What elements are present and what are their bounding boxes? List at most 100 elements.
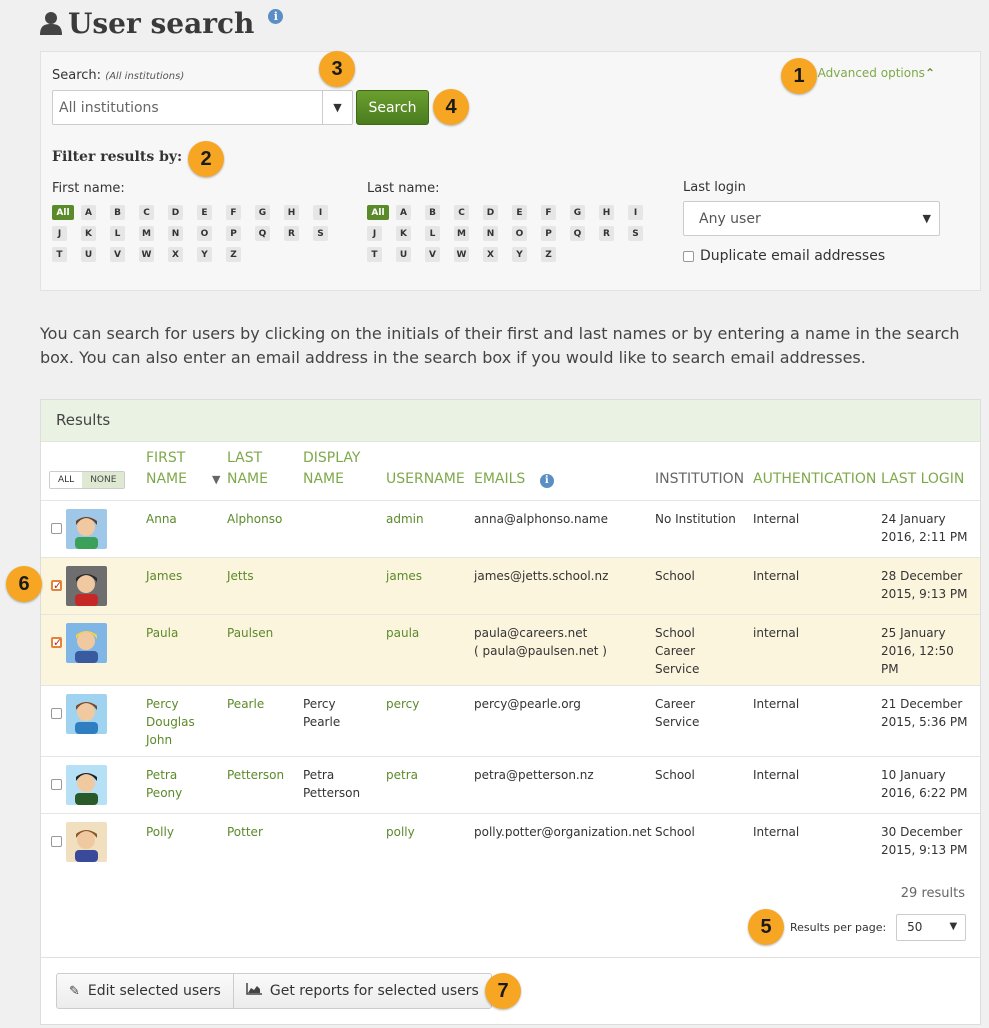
col-first-name[interactable]: FIRST NAME	[146, 448, 187, 490]
first-name-letter[interactable]: I	[313, 205, 328, 220]
last-name-letter[interactable]: O	[512, 226, 527, 241]
last-name-letter[interactable]: All	[367, 205, 389, 220]
first-name-letter[interactable]: G	[255, 205, 270, 220]
row-email: anna@alphonso.name	[474, 512, 609, 526]
last-name-letter[interactable]: S	[628, 226, 643, 241]
info-icon[interactable]: i	[539, 473, 554, 488]
last-name-letter[interactable]: B	[425, 205, 440, 220]
first-name-letter[interactable]: T	[52, 247, 67, 262]
last-name-letter[interactable]: Z	[541, 247, 556, 262]
last-name-letter[interactable]: Y	[512, 247, 527, 262]
row-username[interactable]: petra	[386, 766, 418, 784]
first-name-letter[interactable]: Q	[255, 226, 270, 241]
row-checkbox[interactable]	[51, 836, 62, 847]
last-name-letter[interactable]: H	[599, 205, 614, 220]
first-name-letter[interactable]: V	[110, 247, 125, 262]
row-checkbox[interactable]	[51, 523, 62, 534]
row-username[interactable]: admin	[386, 510, 424, 528]
row-first-name[interactable]: Paula	[146, 624, 178, 642]
row-first-name[interactable]: Percy Douglas John	[146, 695, 195, 749]
row-last-name[interactable]: Pearle	[227, 695, 264, 713]
col-username[interactable]: USERNAME	[386, 469, 465, 490]
last-name-letter[interactable]: I	[628, 205, 643, 220]
last-name-letter[interactable]: F	[541, 205, 556, 220]
results-per-page-select[interactable]: 50 ▼	[896, 914, 967, 941]
first-name-letter[interactable]: A	[81, 205, 96, 220]
row-last-name[interactable]: Jetts	[227, 567, 254, 585]
row-username[interactable]: paula	[386, 624, 419, 642]
first-name-letter[interactable]: R	[284, 226, 299, 241]
col-emails[interactable]: EMAILS i	[474, 469, 554, 490]
first-name-letter[interactable]: Z	[226, 247, 241, 262]
advanced-options-link[interactable]: Advanced options⌃	[818, 66, 935, 80]
first-name-letter[interactable]: C	[139, 205, 154, 220]
first-name-letter[interactable]: J	[52, 226, 67, 241]
first-name-letter[interactable]: Y	[197, 247, 212, 262]
last-name-letter[interactable]: R	[599, 226, 614, 241]
row-last-name[interactable]: Petterson	[227, 766, 284, 784]
row-first-name[interactable]: Anna	[146, 510, 177, 528]
col-last-name[interactable]: LAST NAME	[227, 448, 268, 490]
row-username[interactable]: polly	[386, 823, 415, 841]
select-none-button[interactable]: NONE	[82, 472, 125, 488]
last-login-select[interactable]: Any user ▼	[683, 201, 940, 236]
row-last-name[interactable]: Paulsen	[227, 624, 273, 642]
first-name-letter[interactable]: F	[226, 205, 241, 220]
last-name-letter[interactable]: K	[396, 226, 411, 241]
search-button[interactable]: Search	[356, 90, 429, 125]
row-username[interactable]: james	[386, 567, 422, 585]
first-name-letter[interactable]: All	[52, 205, 74, 220]
first-name-letter[interactable]: O	[197, 226, 212, 241]
row-last-name[interactable]: Potter	[227, 823, 263, 841]
last-name-letter[interactable]: E	[512, 205, 527, 220]
last-name-letter[interactable]: G	[570, 205, 585, 220]
last-name-letter[interactable]: N	[483, 226, 498, 241]
duplicate-email-checkbox[interactable]	[683, 250, 694, 262]
first-name-letter[interactable]: P	[226, 226, 241, 241]
first-name-letter[interactable]: U	[81, 247, 96, 262]
row-username[interactable]: percy	[386, 695, 419, 713]
first-name-letter[interactable]: X	[168, 247, 183, 262]
edit-selected-button[interactable]: ✎ Edit selected users	[57, 974, 233, 1008]
first-name-letter[interactable]: S	[313, 226, 328, 241]
last-name-letter[interactable]: A	[396, 205, 411, 220]
last-name-letter[interactable]: W	[454, 247, 469, 262]
col-last-login[interactable]: LAST LOGIN	[881, 469, 964, 490]
first-name-letter[interactable]: K	[81, 226, 96, 241]
first-name-letter[interactable]: L	[110, 226, 125, 241]
last-name-letter[interactable]: C	[454, 205, 469, 220]
row-checkbox[interactable]	[51, 577, 62, 595]
reports-selected-button[interactable]: Get reports for selected users	[232, 974, 491, 1008]
first-name-letter[interactable]: N	[168, 226, 183, 241]
last-name-letter[interactable]: P	[541, 226, 556, 241]
row-checkbox[interactable]	[51, 779, 62, 790]
last-name-letter[interactable]: D	[483, 205, 498, 220]
row-first-name[interactable]: James	[146, 567, 182, 585]
first-name-letter[interactable]: B	[110, 205, 125, 220]
row-last-name[interactable]: Alphonso	[227, 510, 282, 528]
row-institution: School	[655, 569, 695, 583]
last-name-letter[interactable]: J	[367, 226, 382, 241]
last-name-letter[interactable]: M	[454, 226, 469, 241]
col-authentication[interactable]: AUTHENTICATION	[753, 469, 876, 490]
select-all-button[interactable]: ALL	[50, 472, 82, 488]
info-icon[interactable]: i	[268, 8, 284, 24]
last-name-letter[interactable]: V	[425, 247, 440, 262]
last-name-letter[interactable]: U	[396, 247, 411, 262]
row-first-name[interactable]: Petra Peony	[146, 766, 182, 802]
filter-heading: Filter results by:	[52, 149, 183, 165]
first-name-letter[interactable]: W	[139, 247, 154, 262]
institution-select[interactable]: All institutions ▼	[52, 90, 353, 125]
last-name-letter[interactable]: X	[483, 247, 498, 262]
first-name-letter[interactable]: H	[284, 205, 299, 220]
row-checkbox[interactable]	[51, 634, 62, 652]
first-name-letter[interactable]: E	[197, 205, 212, 220]
row-first-name[interactable]: Polly	[146, 823, 174, 841]
first-name-letter[interactable]: M	[139, 226, 154, 241]
col-display-name[interactable]: DISPLAY NAME	[303, 448, 360, 490]
last-name-letter[interactable]: T	[367, 247, 382, 262]
last-name-letter[interactable]: Q	[570, 226, 585, 241]
row-checkbox[interactable]	[51, 708, 62, 719]
last-name-letter[interactable]: L	[425, 226, 440, 241]
first-name-letter[interactable]: D	[168, 205, 183, 220]
